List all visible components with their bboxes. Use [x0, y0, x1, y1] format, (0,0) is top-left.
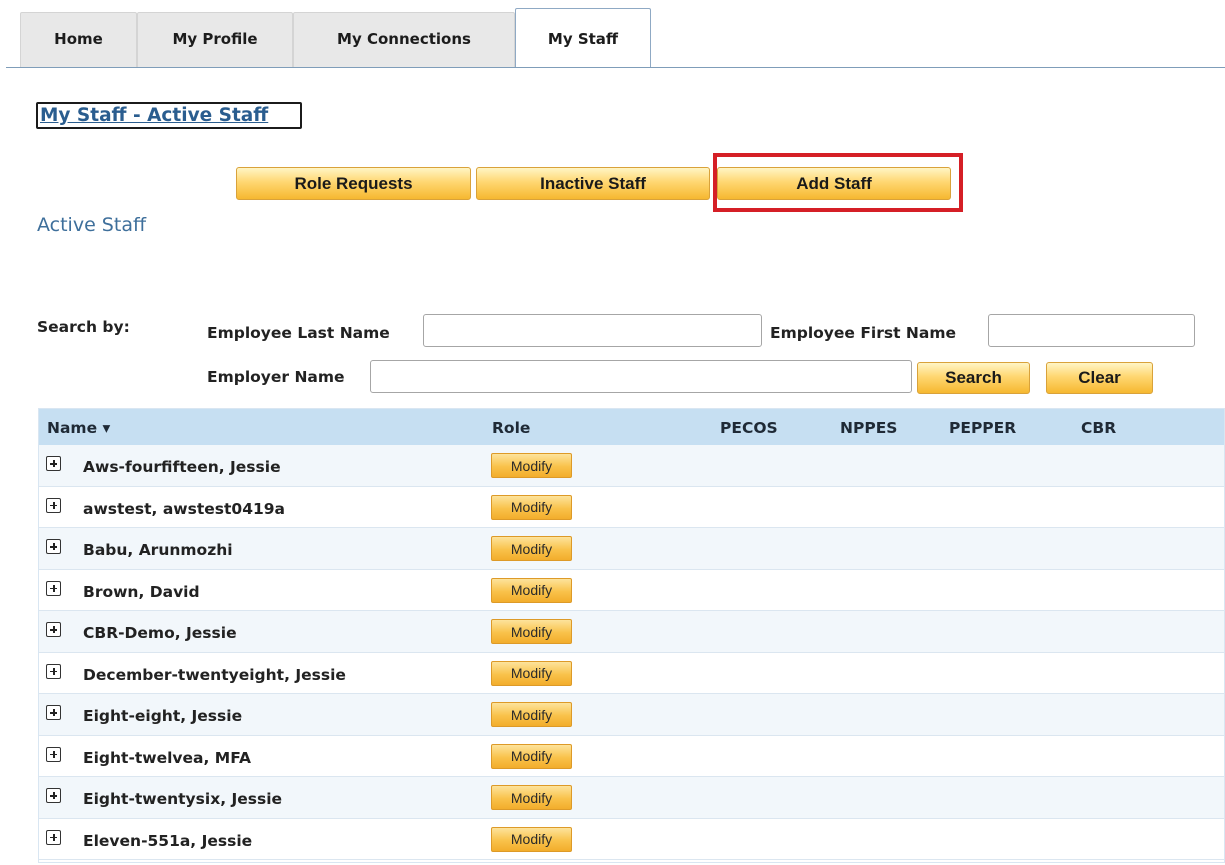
row-name: Eight-eight, Jessie: [83, 707, 243, 725]
add-staff-highlight-box: [713, 153, 963, 212]
modify-button[interactable]: Modify: [491, 660, 572, 686]
last-name-label: Employee Last Name: [207, 324, 390, 342]
expand-icon[interactable]: [46, 539, 61, 554]
row-name: awstest, awstest0419a: [83, 499, 286, 518]
tab-my-connections-label: My Connections: [337, 30, 471, 48]
column-pecos-header: PECOS: [720, 419, 778, 437]
search-button-label: Search: [945, 368, 1002, 387]
row-name: Brown, David: [83, 582, 200, 601]
modify-button[interactable]: Modify: [491, 826, 572, 852]
row-name: Aws-fourfifteen, Jessie: [83, 458, 281, 476]
staff-table: Name ▾ Role PECOS NPPES PEPPER CBR Aws-f…: [38, 408, 1225, 863]
modify-button[interactable]: Modify: [491, 536, 572, 561]
tab-my-profile[interactable]: My Profile: [137, 12, 293, 67]
expand-icon[interactable]: [46, 497, 61, 513]
clear-button[interactable]: Clear: [1046, 362, 1153, 394]
tab-my-profile-label: My Profile: [172, 30, 258, 48]
expand-icon[interactable]: [46, 705, 61, 720]
column-name-header[interactable]: Name ▾: [47, 419, 110, 437]
modify-button[interactable]: Modify: [491, 494, 572, 520]
first-name-label: Employee First Name: [770, 324, 956, 342]
tab-home[interactable]: Home: [20, 12, 137, 67]
tab-my-staff-label: My Staff: [547, 30, 619, 48]
table-row: awstest, awstest0419a Modify: [39, 487, 1224, 528]
tab-my-connections[interactable]: My Connections: [293, 12, 515, 67]
search-by-label: Search by:: [37, 318, 130, 336]
row-name: Eight-twelvea, MFA: [83, 748, 252, 767]
search-button[interactable]: Search: [917, 362, 1030, 394]
modify-button[interactable]: Modify: [491, 619, 572, 644]
table-row: December-twentyeight, Jessie Modify: [39, 653, 1224, 694]
modify-button[interactable]: Modify: [491, 577, 572, 603]
modify-button[interactable]: Modify: [491, 453, 572, 478]
column-role-header: Role: [492, 419, 531, 437]
table-row: Eleven-551a, Jessie Modify: [39, 819, 1224, 860]
expand-icon[interactable]: [46, 788, 61, 803]
inactive-staff-label: Inactive Staff: [540, 173, 646, 193]
expand-icon[interactable]: [46, 580, 61, 596]
table-row: Aws-fourfifteen, Jessie Modify: [39, 445, 1224, 487]
row-name: December-twentyeight, Jessie: [83, 665, 346, 684]
tab-divider: [6, 67, 1225, 68]
tab-home-label: Home: [54, 30, 103, 48]
expand-icon[interactable]: [46, 622, 61, 637]
table-header: Name ▾ Role PECOS NPPES PEPPER CBR: [39, 409, 1224, 445]
row-name: Eleven-551a, Jessie: [83, 831, 253, 850]
employer-name-label: Employer Name: [207, 368, 345, 386]
table-row: Brown, David Modify: [39, 570, 1224, 611]
column-cbr-header: CBR: [1081, 419, 1117, 437]
employer-name-input[interactable]: [370, 360, 912, 393]
role-requests-label: Role Requests: [294, 173, 413, 193]
role-requests-button[interactable]: Role Requests: [236, 167, 471, 200]
modify-button[interactable]: Modify: [491, 785, 572, 810]
row-name: Babu, Arunmozhi: [83, 541, 233, 559]
first-name-input[interactable]: [988, 314, 1195, 347]
last-name-input[interactable]: [423, 314, 762, 347]
row-name: Eight-twentysix, Jessie: [83, 790, 283, 808]
clear-button-label: Clear: [1078, 368, 1121, 387]
expand-icon[interactable]: [46, 663, 61, 679]
tab-my-staff[interactable]: My Staff: [515, 8, 651, 68]
modify-button[interactable]: Modify: [491, 702, 572, 727]
column-nppes-header: NPPES: [840, 419, 898, 437]
page-title[interactable]: My Staff - Active Staff: [36, 102, 302, 129]
expand-icon[interactable]: [46, 829, 61, 845]
section-title: Active Staff: [37, 214, 147, 236]
modify-button[interactable]: Modify: [491, 743, 572, 769]
table-row: Eight-eight, Jessie Modify: [39, 694, 1224, 736]
column-pepper-header: PEPPER: [949, 419, 1017, 437]
inactive-staff-button[interactable]: Inactive Staff: [476, 167, 710, 200]
tab-bar: Home My Profile My Connections My Staff: [0, 0, 1225, 68]
expand-icon[interactable]: [46, 456, 61, 471]
table-row: CBR-Demo, Jessie Modify: [39, 611, 1224, 653]
expand-icon[interactable]: [46, 746, 61, 762]
row-name: CBR-Demo, Jessie: [83, 624, 237, 642]
table-row: Babu, Arunmozhi Modify: [39, 528, 1224, 570]
table-row: Eight-twelvea, MFA Modify: [39, 736, 1224, 777]
table-row: Eight-twentysix, Jessie Modify: [39, 777, 1224, 819]
